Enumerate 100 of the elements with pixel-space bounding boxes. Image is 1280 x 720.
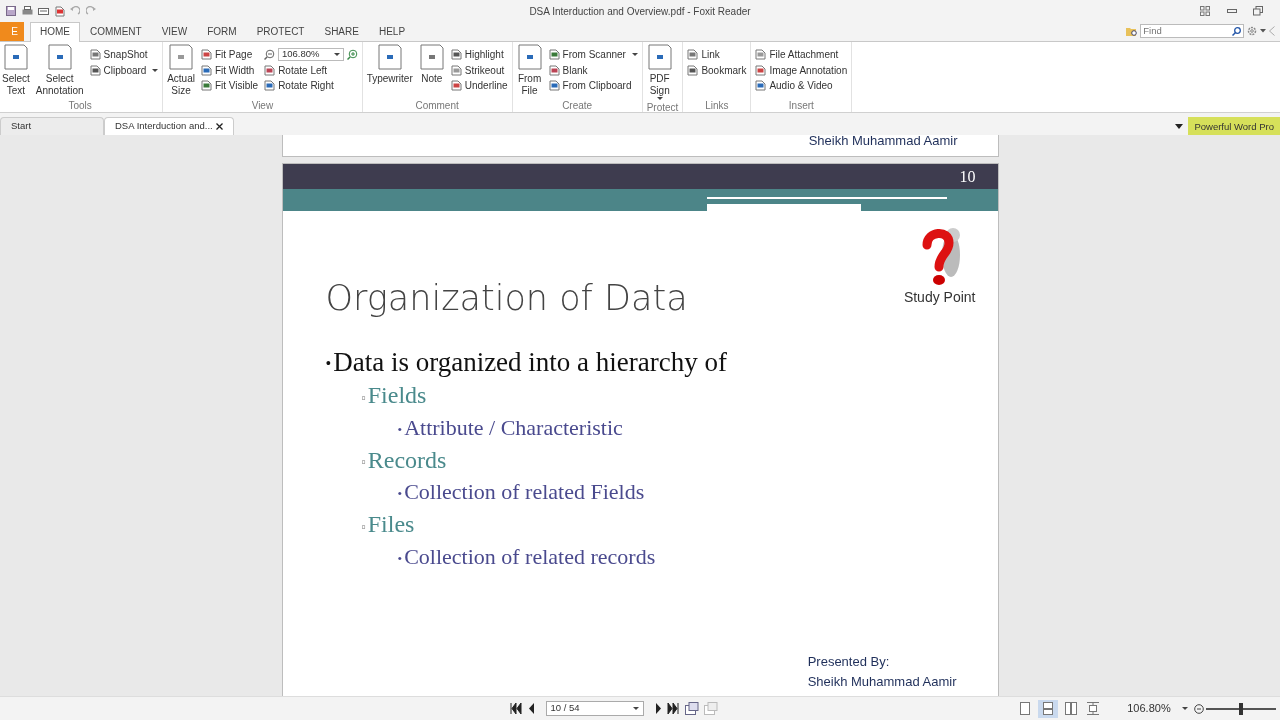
presenter-label: Presented By: — [807, 653, 891, 671]
page-icon — [548, 80, 560, 91]
ribbon-button[interactable]: PDF Sign — [646, 44, 673, 100]
group-label: Links — [704, 99, 730, 112]
menu-tab[interactable]: SHARE — [314, 22, 369, 41]
page-icon — [687, 64, 699, 76]
menu-tab[interactable]: VIEW — [151, 22, 198, 41]
logo-caption: Study Point — [903, 288, 976, 307]
zoom-out-icon[interactable] — [264, 49, 276, 60]
ribbon-button[interactable]: From Scanner — [548, 46, 638, 63]
group-label: Comment — [414, 99, 460, 112]
fullscreen-icon[interactable] — [1200, 6, 1210, 16]
ribbon-button[interactable]: Note — [418, 44, 445, 98]
ribbon-button[interactable]: Underline — [450, 77, 508, 94]
ribbon-button[interactable]: Select Annotation — [35, 44, 84, 98]
page-field[interactable]: 10 / 54 — [545, 701, 644, 716]
page-icon — [755, 64, 767, 76]
ribbon-button[interactable]: Fit Page — [200, 46, 259, 63]
page-icon — [755, 80, 767, 91]
page-icon — [548, 64, 560, 76]
promo-banner[interactable]: Powerful Word Pro — [1188, 117, 1280, 135]
group-label: View — [250, 99, 275, 112]
menu-tab[interactable]: HOME — [30, 22, 80, 42]
zoom-out-icon[interactable] — [1193, 703, 1204, 714]
ribbon-button[interactable]: Rotate Right — [264, 77, 358, 94]
ribbon-button[interactable]: Clipboard — [89, 62, 159, 78]
page-icon — [89, 49, 101, 60]
ribbon-button[interactable]: SnapShot — [89, 46, 159, 63]
scanner-icon[interactable] — [38, 6, 49, 16]
zoom-level: 106.80% — [1127, 701, 1171, 717]
ribbon-button[interactable]: Fit Visible — [200, 77, 259, 94]
ribbon-button[interactable]: Typewriter — [366, 44, 413, 98]
cover-page-icon — [1087, 702, 1100, 715]
bullet-text: •Collection of related Fields — [397, 478, 646, 507]
slider-thumb[interactable] — [1239, 702, 1244, 715]
ribbon-button[interactable]: Select Text — [2, 44, 30, 98]
group-label: Protect — [646, 101, 679, 114]
window-title: DSA Interduction and Overview.pdf - Foxit Reader — [529, 4, 751, 19]
page-icon — [450, 80, 462, 91]
search-icon[interactable] — [1232, 26, 1242, 36]
first-page-icon[interactable] — [510, 703, 522, 714]
save-icon[interactable] — [6, 6, 16, 16]
page-icon — [200, 49, 212, 60]
author-name: Sheikh Muhammad Aamir — [807, 673, 957, 691]
ribbon-button[interactable]: Link — [687, 46, 747, 63]
previous-view-icon[interactable] — [684, 702, 699, 715]
ribbon-button[interactable]: Bookmark — [687, 62, 747, 78]
find-field[interactable]: Find — [1140, 24, 1245, 39]
ribbon-button[interactable]: From Clipboard — [548, 77, 638, 94]
ribbon-button[interactable]: Blank — [548, 62, 638, 78]
page-icon — [264, 64, 276, 76]
menu-tab[interactable]: FORM — [197, 22, 247, 41]
dropdown-arrow-icon[interactable] — [1174, 123, 1183, 129]
bullet-text: •Attribute / Characteristic — [397, 413, 624, 442]
ribbon-button[interactable]: Rotate Left — [264, 62, 358, 78]
group-label: Insert — [787, 99, 815, 112]
page-icon — [264, 80, 276, 91]
continuous-page-icon — [1041, 702, 1054, 715]
ribbon-button[interactable]: Audio & Video — [755, 77, 848, 94]
ribbon-button[interactable]: File Attachment — [755, 46, 848, 63]
ribbon-button[interactable]: Strikeout — [450, 62, 508, 78]
print-icon[interactable] — [21, 6, 33, 16]
restore-icon[interactable] — [1253, 6, 1263, 16]
ribbon-button[interactable]: Image Annotation — [755, 62, 848, 78]
zoom-in-icon[interactable] — [346, 49, 358, 60]
document-tab[interactable]: DSA Interduction and... — [104, 117, 234, 135]
bullet-text: •Collection of related records — [397, 542, 657, 571]
ribbon-button[interactable]: From File — [516, 44, 543, 98]
minimize-icon[interactable] — [1226, 9, 1237, 13]
bullet-text: ▫Files — [361, 510, 416, 540]
zoom-field[interactable]: 106.80% — [277, 48, 344, 61]
ribbon-button[interactable]: Fit Width — [200, 62, 259, 78]
slide-title: Organization of Data — [325, 277, 688, 320]
new-page-icon[interactable] — [54, 5, 65, 17]
page-icon — [755, 49, 767, 60]
page-icon — [450, 49, 462, 60]
caret-icon[interactable] — [1181, 707, 1188, 710]
page-icon — [548, 49, 560, 60]
page-icon — [450, 64, 462, 76]
view-mode-button[interactable] — [1037, 699, 1058, 718]
next-page-icon[interactable] — [654, 703, 662, 714]
folder-search-icon[interactable] — [1125, 25, 1138, 37]
bullet-text: ▫Records — [361, 445, 448, 475]
previous-page-icon[interactable] — [527, 703, 535, 714]
author-name: Sheikh Muhammad Aamir — [808, 135, 958, 150]
last-page-icon[interactable] — [667, 703, 679, 714]
menu-tab[interactable]: HELP — [368, 22, 416, 41]
group-label: Create — [561, 99, 594, 112]
ribbon-button[interactable]: Actual Size — [167, 44, 195, 98]
menu-tab[interactable]: PROTECT — [246, 22, 315, 41]
menu-tab[interactable]: COMMENT — [80, 22, 152, 41]
bullet-text: ▫Fields — [361, 381, 428, 411]
page-number: 10 — [959, 166, 976, 187]
page-icon — [89, 64, 101, 76]
caret-icon[interactable] — [1259, 29, 1266, 34]
document-tab[interactable]: Start — [0, 117, 104, 135]
close-icon[interactable] — [216, 123, 223, 130]
group-label: Tools — [67, 99, 93, 112]
ribbon-button[interactable]: Highlight — [450, 46, 508, 63]
settings-icon[interactable] — [1247, 26, 1257, 37]
